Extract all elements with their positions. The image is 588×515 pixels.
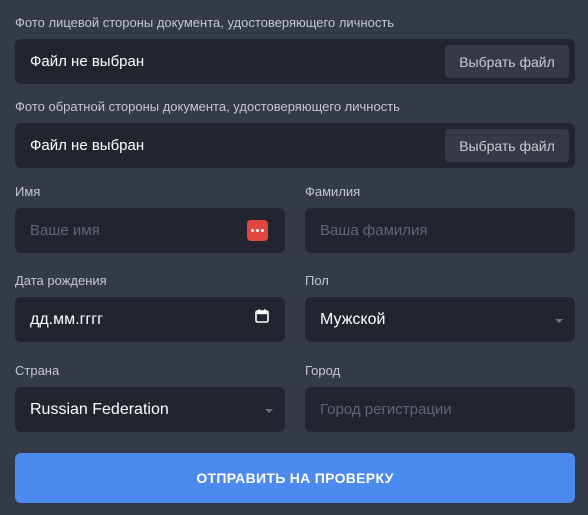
front-doc-status: Файл не выбран (30, 53, 145, 70)
first-name-input[interactable]: Ваше имя (15, 208, 285, 253)
back-doc-choose-button[interactable]: Выбрать файл (445, 129, 569, 162)
gender-selected-value: Мужской (320, 310, 386, 328)
birth-date-label: Дата рождения (15, 273, 107, 288)
front-doc-file-input[interactable]: Файл не выбран Выбрать файл (15, 39, 575, 84)
city-input[interactable]: Город регистрации (305, 387, 575, 432)
last-name-placeholder: Ваша фамилия (320, 222, 428, 239)
country-select[interactable]: Russian Federation (15, 387, 285, 432)
front-doc-label: Фото лицевой стороны документа, удостове… (15, 15, 395, 30)
password-manager-icon[interactable] (247, 220, 268, 241)
back-doc-label: Фото обратной стороны документа, удостов… (15, 99, 400, 114)
birth-date-value: дд.мм.гггг (30, 310, 103, 328)
city-label: Город (305, 363, 341, 378)
last-name-input[interactable]: Ваша фамилия (305, 208, 575, 253)
back-doc-file-input[interactable]: Файл не выбран Выбрать файл (15, 123, 575, 168)
first-name-label: Имя (15, 184, 41, 199)
chevron-down-icon (265, 408, 273, 413)
gender-select[interactable]: Мужской (305, 297, 575, 342)
birth-date-input[interactable]: дд.мм.гггг (15, 297, 285, 342)
front-doc-choose-button[interactable]: Выбрать файл (445, 45, 569, 78)
city-placeholder: Город регистрации (320, 401, 452, 418)
calendar-icon[interactable] (255, 309, 269, 323)
first-name-placeholder: Ваше имя (30, 222, 100, 239)
back-doc-status: Файл не выбран (30, 137, 145, 154)
submit-for-review-button[interactable]: ОТПРАВИТЬ НА ПРОВЕРКУ (15, 453, 575, 503)
country-label: Страна (15, 363, 60, 378)
last-name-label: Фамилия (305, 184, 361, 199)
gender-label: Пол (305, 273, 329, 288)
chevron-down-icon (555, 318, 563, 323)
country-selected-value: Russian Federation (30, 400, 169, 418)
